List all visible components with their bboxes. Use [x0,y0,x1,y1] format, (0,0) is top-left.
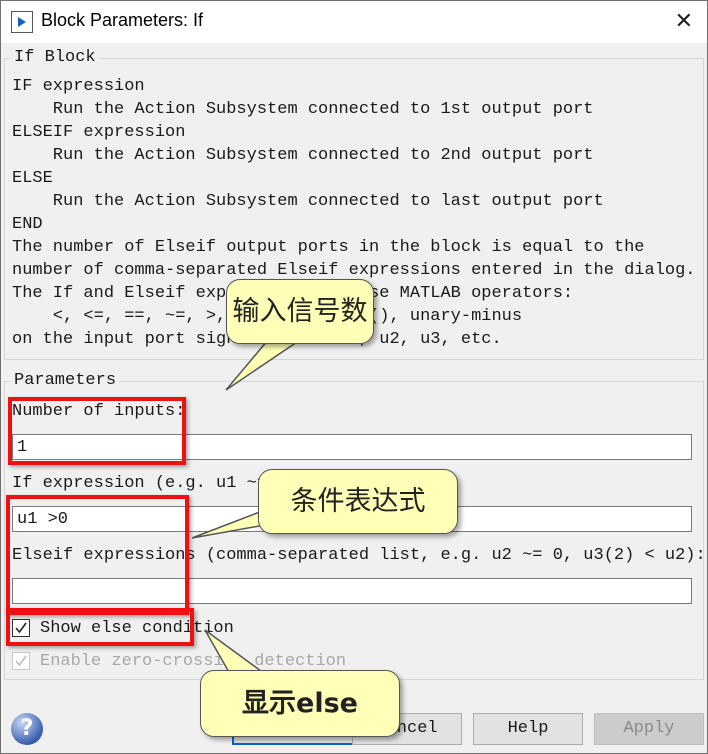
callout-text: 输入信号数 [232,296,368,327]
callout-text: 显示else [242,688,358,719]
callout-show-else: 显示else [200,670,400,737]
callout3-tail [204,629,268,675]
callout-text: 条件表达式 [290,486,426,517]
callout1-tail [225,339,303,391]
callout2-tail [191,508,266,539]
callout-tails [191,339,303,675]
callout-if-expression: 条件表达式 [258,469,458,534]
callout-num-inputs: 输入信号数 [226,279,374,344]
